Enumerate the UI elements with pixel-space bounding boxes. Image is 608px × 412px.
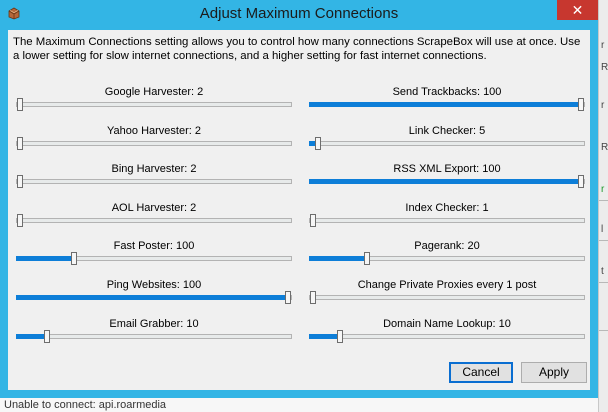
slider-thumb[interactable] — [17, 175, 23, 188]
slider-label: Yahoo Harvester: 2 — [107, 125, 201, 137]
background-text-fragment: l — [601, 224, 604, 235]
slider-track[interactable] — [309, 141, 585, 146]
slider-track[interactable] — [16, 102, 292, 107]
bing-harvester-slider[interactable]: Bing Harvester: 2 — [16, 163, 292, 195]
slider-thumb[interactable] — [363, 252, 370, 265]
fast-poster-slider[interactable]: Fast Poster: 100 — [16, 240, 292, 272]
slider-track[interactable] — [16, 334, 292, 339]
slider-thumb[interactable] — [285, 291, 291, 304]
background-text-fragment: t — [601, 266, 604, 277]
aol-harvester-slider[interactable]: AOL Harvester: 2 — [16, 202, 292, 234]
google-harvester-slider[interactable]: Google Harvester: 2 — [16, 86, 292, 118]
apply-button[interactable]: Apply — [521, 362, 587, 383]
domain-name-lookup-slider[interactable]: Domain Name Lookup: 10 — [309, 318, 585, 350]
description-text: The Maximum Connections setting allows y… — [13, 36, 581, 62]
slider-fill — [16, 256, 74, 261]
background-text-fragment: r — [601, 100, 605, 111]
slider-thumb[interactable] — [310, 291, 316, 304]
dialog-body: The Maximum Connections setting allows y… — [8, 30, 590, 390]
slider-label: Send Trackbacks: 100 — [392, 86, 502, 98]
slider-thumb[interactable] — [17, 214, 23, 227]
slider-track[interactable] — [309, 334, 585, 339]
slider-thumb[interactable] — [315, 137, 322, 150]
slider-label: Pagerank: 20 — [414, 240, 480, 252]
background-divider — [599, 240, 608, 241]
slider-thumb[interactable] — [43, 330, 50, 343]
slider-thumb[interactable] — [17, 137, 23, 150]
slider-label: Fast Poster: 100 — [113, 240, 195, 252]
slider-track[interactable] — [16, 179, 292, 184]
slider-track[interactable] — [309, 218, 585, 223]
slider-label: Email Grabber: 10 — [109, 318, 199, 330]
slider-fill — [309, 256, 367, 261]
slider-thumb[interactable] — [578, 98, 584, 111]
background-text-fragment: R — [601, 142, 608, 153]
slider-track[interactable] — [16, 218, 292, 223]
slider-fill — [16, 334, 47, 339]
ping-websites-slider[interactable]: Ping Websites: 100 — [16, 279, 292, 311]
index-checker-slider[interactable]: Index Checker: 1 — [309, 202, 585, 234]
title-bar[interactable]: Adjust Maximum Connections ✕ — [0, 0, 598, 28]
background-divider — [599, 200, 608, 201]
slider-thumb[interactable] — [70, 252, 77, 265]
background-divider — [599, 282, 608, 283]
email-grabber-slider[interactable]: Email Grabber: 10 — [16, 318, 292, 350]
slider-fill — [309, 102, 581, 107]
background-status-text: Unable to connect: api.roarmedia — [4, 399, 167, 411]
slider-label: RSS XML Export: 100 — [393, 163, 501, 175]
dialog-title: Adjust Maximum Connections — [199, 5, 399, 22]
cancel-button[interactable]: Cancel — [449, 362, 513, 383]
slider-label: Ping Websites: 100 — [106, 279, 202, 291]
slider-thumb[interactable] — [310, 214, 316, 227]
slider-fill — [16, 295, 288, 300]
slider-fill — [309, 179, 581, 184]
adjust-maximum-connections-dialog: Adjust Maximum Connections ✕ The Maximum… — [0, 0, 598, 398]
background-text-fragment: r — [601, 40, 605, 51]
slider-track[interactable] — [16, 141, 292, 146]
link-checker-slider[interactable]: Link Checker: 5 — [309, 125, 585, 157]
slider-label: Index Checker: 1 — [405, 202, 489, 214]
background-text-fragment: r — [601, 184, 605, 195]
change-private-proxies-slider[interactable]: Change Private Proxies every 1 post — [309, 279, 585, 311]
slider-thumb[interactable] — [17, 98, 23, 111]
slider-label: Change Private Proxies every 1 post — [357, 279, 537, 291]
slider-fill — [309, 334, 340, 339]
slider-label: Link Checker: 5 — [408, 125, 486, 137]
slider-label: Bing Harvester: 2 — [111, 163, 197, 175]
send-trackbacks-slider[interactable]: Send Trackbacks: 100 — [309, 86, 585, 118]
yahoo-harvester-slider[interactable]: Yahoo Harvester: 2 — [16, 125, 292, 157]
slider-track[interactable] — [309, 295, 585, 300]
close-button[interactable]: ✕ — [557, 0, 598, 20]
rss-xml-export-slider[interactable]: RSS XML Export: 100 — [309, 163, 585, 195]
background-text-fragment: R — [601, 62, 608, 73]
slider-label: AOL Harvester: 2 — [111, 202, 197, 214]
slider-label: Google Harvester: 2 — [104, 86, 204, 98]
slider-thumb[interactable] — [336, 330, 343, 343]
pagerank-slider[interactable]: Pagerank: 20 — [309, 240, 585, 272]
background-divider — [599, 330, 608, 331]
slider-label: Domain Name Lookup: 10 — [383, 318, 511, 330]
slider-thumb[interactable] — [578, 175, 584, 188]
